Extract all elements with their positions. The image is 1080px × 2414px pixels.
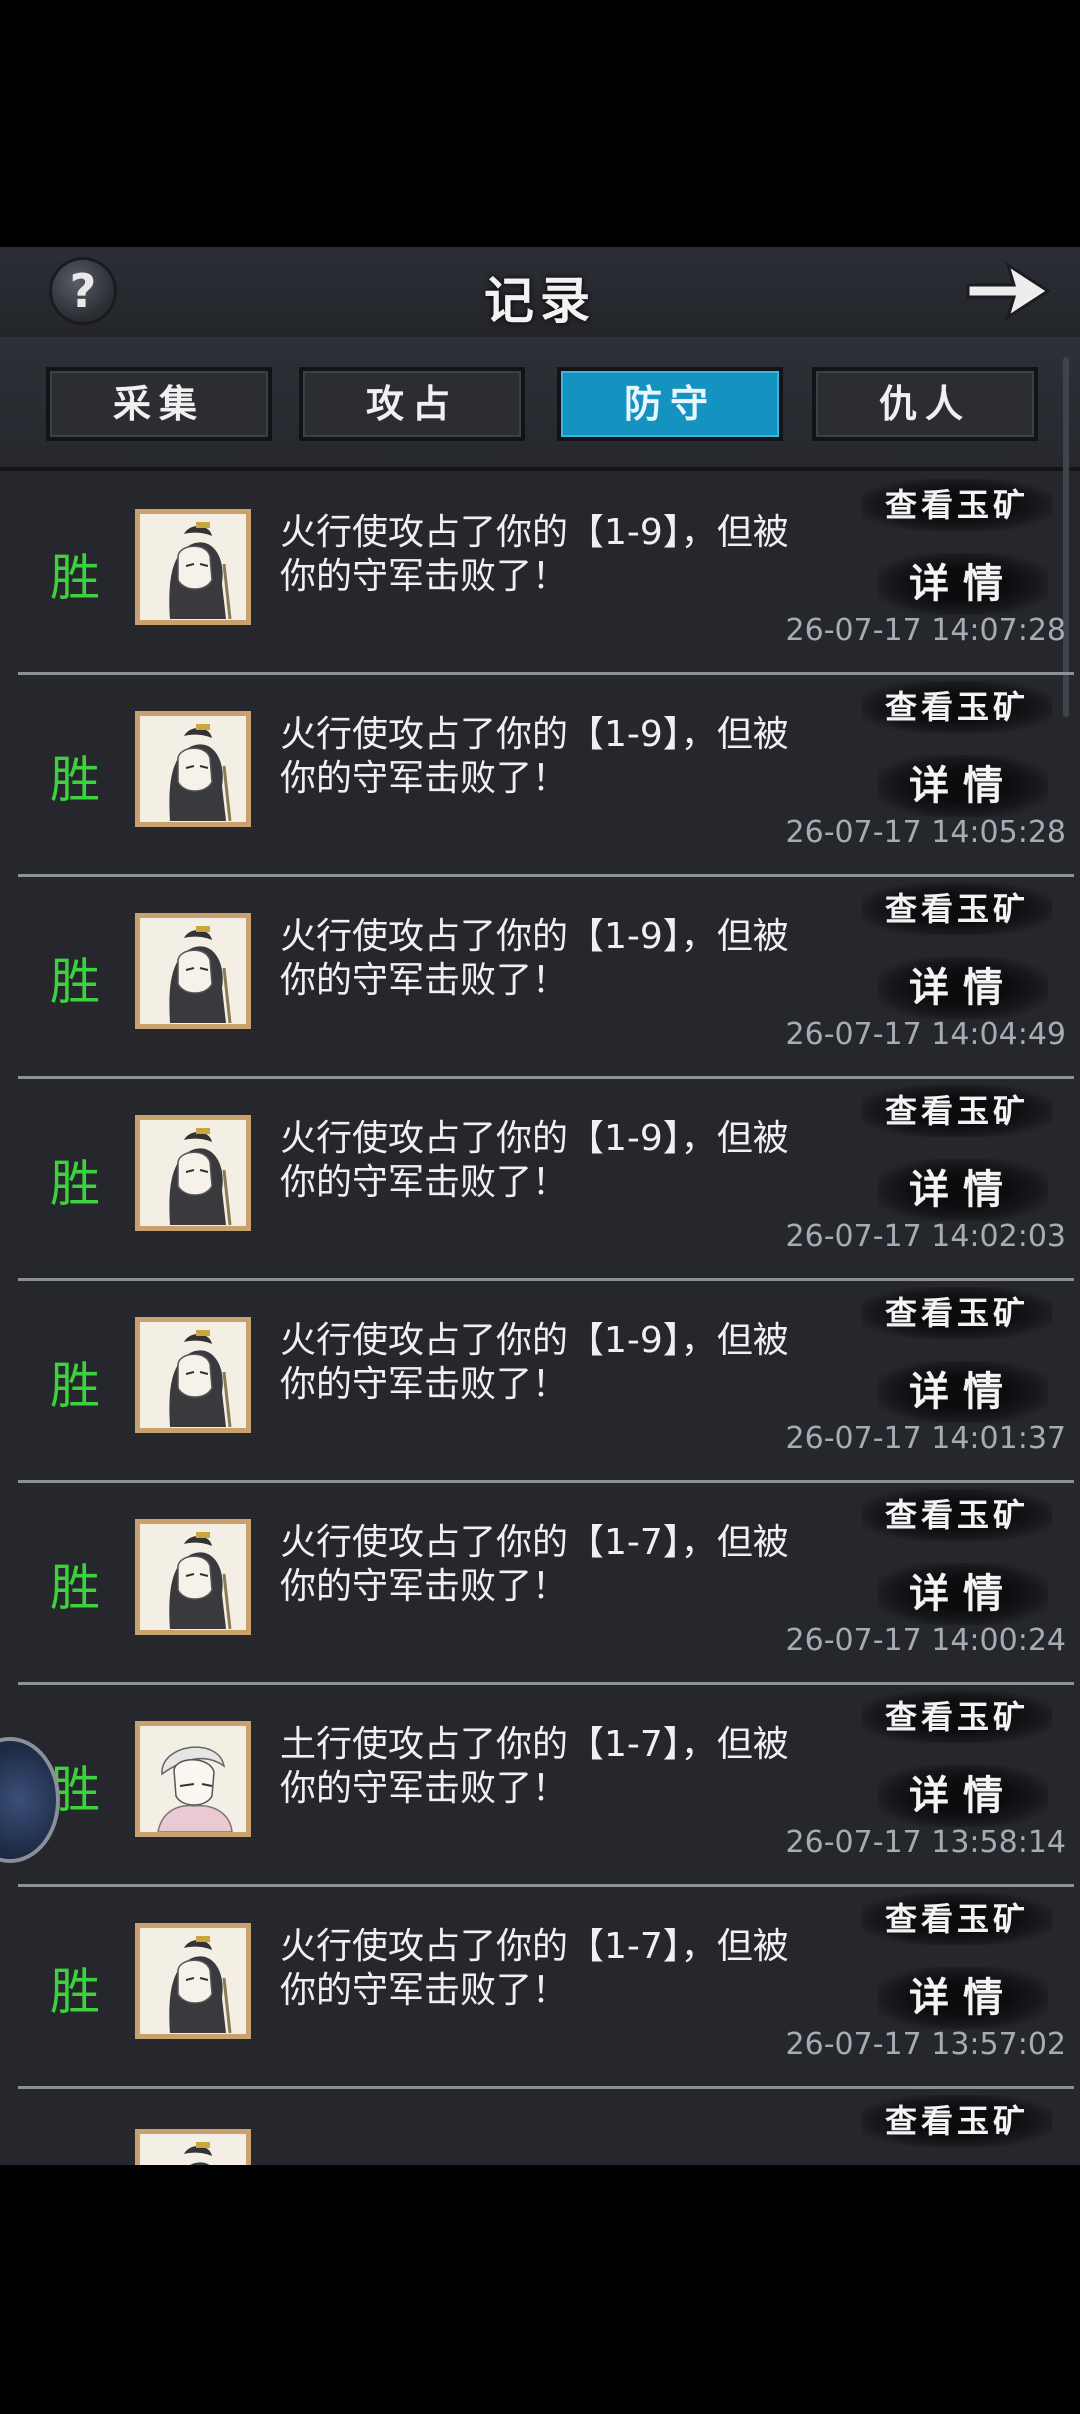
- record-row: 胜 火行使攻占了你的【1-9】，但被 你的守军击败了！ 查看玉矿详情 26-07-17…: [0, 473, 1080, 675]
- view-jade-mine-button[interactable]: 查看玉矿: [862, 1287, 1052, 1339]
- record-timestamp: 26-07-17 14:07:28: [785, 613, 1066, 648]
- tab-gather[interactable]: 采集: [46, 367, 272, 441]
- result-label: 胜: [50, 1357, 100, 1415]
- female-general-avatar: [135, 1519, 251, 1635]
- view-jade-mine-button[interactable]: 查看玉矿: [862, 1691, 1052, 1743]
- female-general-avatar: [135, 913, 251, 1029]
- result-label: 胜: [50, 751, 100, 809]
- record-timestamp: 26-07-17 14:04:49: [785, 1017, 1066, 1052]
- female-general-avatar: [135, 711, 251, 827]
- view-jade-mine-button[interactable]: 查看玉矿: [862, 1085, 1052, 1137]
- result-label: 胜: [50, 1761, 100, 1819]
- female-general-avatar: [135, 2129, 251, 2165]
- record-message: 火行使攻占了你的【1-9】，但被 你的守军击败了！: [280, 1320, 789, 1405]
- record-row: 胜 火行使攻占了你的【1-9】，但被 你的守军击败了！ 查看玉矿详情 26-07-17…: [0, 1079, 1080, 1281]
- result-label: 胜: [50, 1963, 100, 2021]
- view-jade-mine-button[interactable]: 查看玉矿: [862, 2095, 1052, 2147]
- details-button[interactable]: 详情: [878, 1361, 1048, 1423]
- details-button[interactable]: 详情: [878, 1967, 1048, 2029]
- record-message: 火行使攻占了你的【1-9】，但被 你的守军击败了！: [280, 916, 789, 1001]
- record-timestamp: 26-07-17 14:00:24: [785, 1623, 1066, 1658]
- record-row: 胜 火行使攻占了你的【1-9】，但被 你的守军击败了！ 查看玉矿详情 26-07-17…: [0, 877, 1080, 1079]
- tab-bar: 采集 攻占 防守 仇人: [0, 337, 1080, 471]
- page-title: 记录: [484, 271, 596, 330]
- record-message: 火行使攻占了你的【1-9】，但被 你的守军击败了！: [280, 512, 789, 597]
- female-general-avatar: [135, 509, 251, 625]
- record-row: 胜 火行使攻占了你的【1-7】，但被 你的守军击败了！ 查看玉矿详情 26-07-17…: [0, 1887, 1080, 2089]
- record-row: 胜 火行使攻占了你的【1-7】，但被 你的守军击败了！ 查看玉矿详情 26-07-17…: [0, 1483, 1080, 1685]
- details-button[interactable]: 详情: [878, 1563, 1048, 1625]
- record-row: 胜 火行使攻占了你的【1-9】，但被 你的守军击败了！ 查看玉矿详情 26-07-17…: [0, 1281, 1080, 1483]
- details-button[interactable]: 详情: [878, 553, 1048, 615]
- record-panel: ? 记录 采集 攻占 防守 仇人 胜火行使攻占了你的【1-9】，但被 你的守军击…: [0, 247, 1080, 2165]
- result-label: 胜: [50, 1559, 100, 1617]
- record-message: 火行使攻占了你的【1-7】，但被 你的守军击败了！: [280, 1926, 789, 2011]
- record-message: 土行使攻占了你的【1-7】，但被 你的守军击败了！: [280, 1724, 789, 1809]
- white-hair-warrior-avatar: [135, 1721, 251, 1837]
- record-message: 火行使攻占了你的【1-9】，但被 你的守军击败了！: [280, 1118, 789, 1203]
- female-general-avatar: [135, 1317, 251, 1433]
- tab-attack[interactable]: 攻占: [299, 367, 525, 441]
- record-timestamp: 26-07-17 14:02:03: [785, 1219, 1066, 1254]
- arrow-right-icon[interactable]: [962, 255, 1054, 327]
- record-row-partial: 查看玉矿: [0, 2089, 1080, 2165]
- record-message: 火行使攻占了你的【1-7】，但被 你的守军击败了！: [280, 1522, 789, 1607]
- result-label: 胜: [50, 953, 100, 1011]
- view-jade-mine-button[interactable]: 查看玉矿: [862, 479, 1052, 531]
- female-general-avatar: [135, 1115, 251, 1231]
- record-row: 胜 土行使攻占了你的【1-7】，但被 你的守军击败了！ 查看玉矿详情 26-07-17…: [0, 1685, 1080, 1887]
- details-button[interactable]: 详情: [878, 1765, 1048, 1827]
- view-jade-mine-button[interactable]: 查看玉矿: [862, 1893, 1052, 1945]
- record-timestamp: 26-07-17 13:57:02: [785, 2027, 1066, 2062]
- result-label: 胜: [50, 1155, 100, 1213]
- tab-enemies[interactable]: 仇人: [812, 367, 1038, 441]
- record-timestamp: 26-07-17 13:58:14: [785, 1825, 1066, 1860]
- details-button[interactable]: 详情: [878, 1159, 1048, 1221]
- details-button[interactable]: 详情: [878, 755, 1048, 817]
- view-jade-mine-button[interactable]: 查看玉矿: [862, 681, 1052, 733]
- record-timestamp: 26-07-17 14:01:37: [785, 1421, 1066, 1456]
- female-general-avatar: [135, 1923, 251, 2039]
- header-bar: ? 记录: [0, 247, 1080, 337]
- tab-defense[interactable]: 防守: [557, 367, 783, 441]
- record-message: 火行使攻占了你的【1-9】，但被 你的守军击败了！: [280, 714, 789, 799]
- result-label: 胜: [50, 549, 100, 607]
- record-timestamp: 26-07-17 14:05:28: [785, 815, 1066, 850]
- view-jade-mine-button[interactable]: 查看玉矿: [862, 883, 1052, 935]
- details-button[interactable]: 详情: [878, 957, 1048, 1019]
- record-row: 胜 火行使攻占了你的【1-9】，但被 你的守军击败了！ 查看玉矿详情 26-07-17…: [0, 675, 1080, 877]
- view-jade-mine-button[interactable]: 查看玉矿: [862, 1489, 1052, 1541]
